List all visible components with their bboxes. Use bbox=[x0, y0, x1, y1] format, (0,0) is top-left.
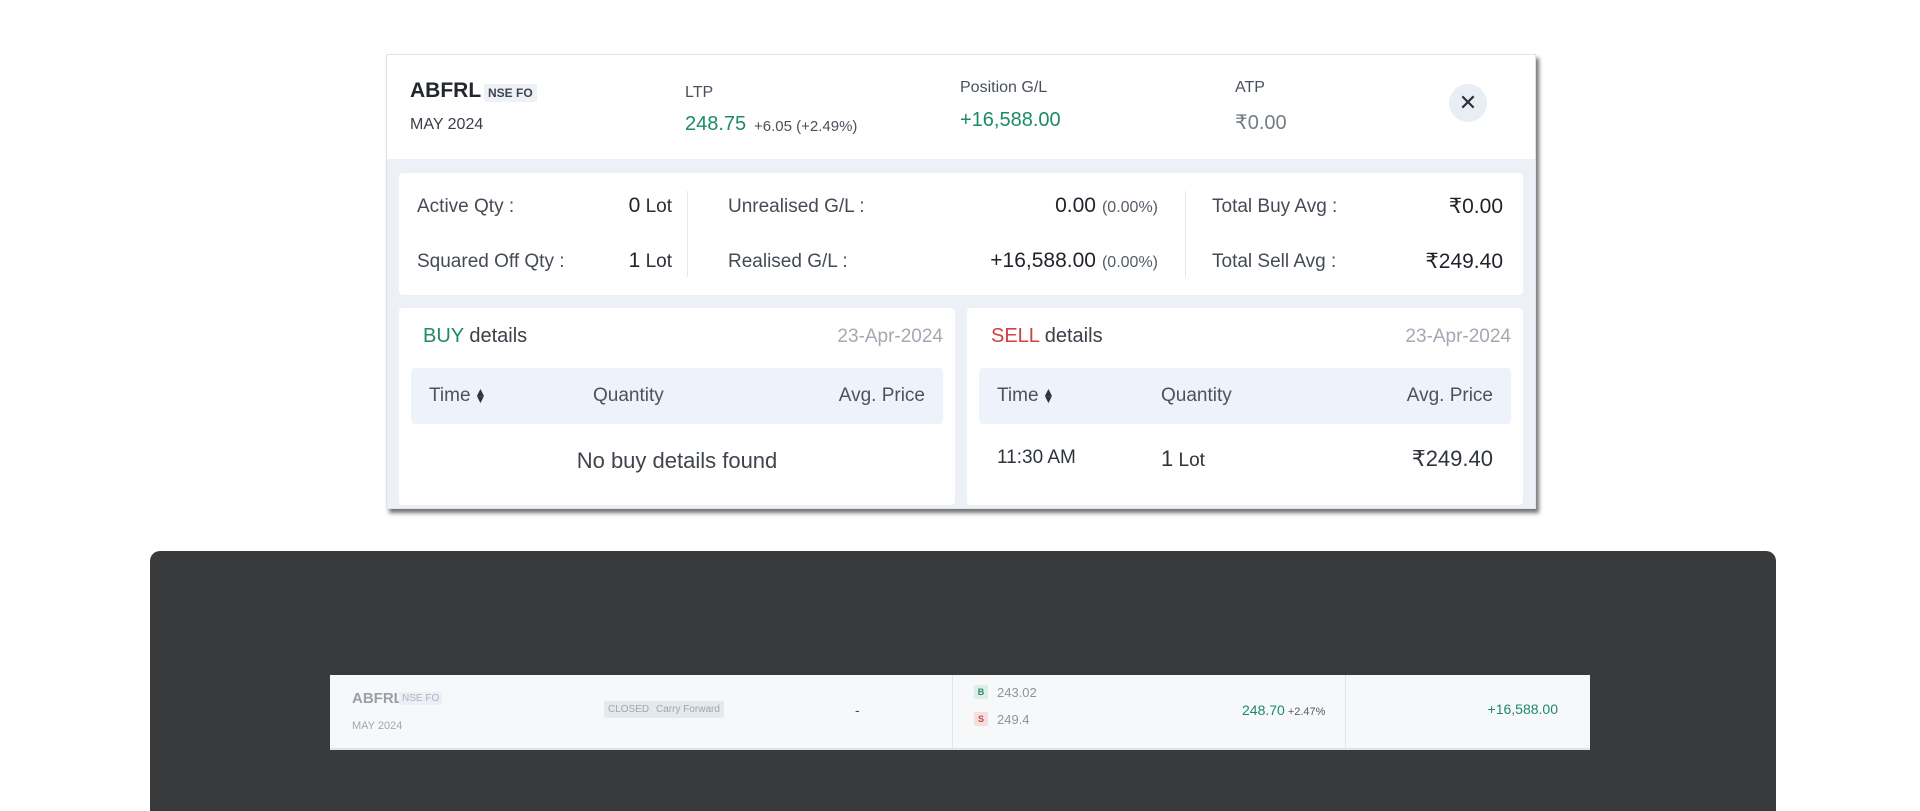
ltp-label: LTP bbox=[685, 84, 714, 101]
row-qty: - bbox=[855, 702, 860, 718]
sort-icon[interactable]: ▲ ▼ bbox=[475, 386, 487, 405]
total-buy-avg-value: ₹0.00 bbox=[1448, 195, 1503, 218]
column-time[interactable]: Time ▲ ▼ bbox=[429, 385, 486, 407]
position-summary: Active Qty : 0 Lot Squared Off Qty : 1 L… bbox=[399, 173, 1523, 295]
realised-gl-label: Realised G/L : bbox=[728, 251, 848, 272]
sell-details-panel: SELL details 23-Apr-2024 Time ▲ ▼ Quantity… bbox=[967, 308, 1523, 505]
summary-divider bbox=[1185, 191, 1186, 277]
total-sell-avg-value: ₹249.40 bbox=[1425, 250, 1503, 273]
squared-off-qty-label: Squared Off Qty : bbox=[417, 251, 565, 272]
column-time[interactable]: Time ▲ ▼ bbox=[997, 385, 1054, 407]
column-quantity: Quantity bbox=[1161, 385, 1232, 406]
buy-details-panel: BUY details 23-Apr-2024 Time ▲ ▼ Quantity … bbox=[399, 308, 955, 505]
row-expiry: MAY 2024 bbox=[352, 720, 403, 732]
row-symbol: ABFRL bbox=[352, 690, 403, 707]
unrealised-gl-label: Unrealised G/L : bbox=[728, 196, 865, 217]
column-avg-price: Avg. Price bbox=[838, 385, 925, 406]
buy-badge: B bbox=[974, 685, 988, 699]
buy-table-header: Time ▲ ▼ Quantity Avg. Price bbox=[411, 368, 943, 424]
sell-table-header: Time ▲ ▼ Quantity Avg. Price bbox=[979, 368, 1511, 424]
row-sell-avg: 249.4 bbox=[997, 712, 1030, 727]
sort-icon[interactable]: ▲ ▼ bbox=[1043, 386, 1055, 405]
squared-off-qty-value: 1 Lot bbox=[628, 249, 672, 272]
active-qty-value: 0 Lot bbox=[628, 194, 672, 217]
product-badge: Carry Forward bbox=[652, 701, 724, 718]
ltp-change: +6.05 (+2.49%) bbox=[754, 118, 858, 135]
row-quantity: 1 Lot bbox=[1161, 446, 1205, 471]
buy-empty-message: No buy details found bbox=[576, 448, 778, 473]
row-buy-avg: 243.02 bbox=[997, 685, 1037, 700]
sell-badge: S bbox=[974, 712, 988, 726]
position-detail-card: ABFRL NSE FO MAY 2024 LTP 248.75 +6.05 (… bbox=[386, 54, 1536, 509]
column-quantity: Quantity bbox=[593, 385, 664, 406]
summary-divider bbox=[687, 191, 688, 277]
total-sell-avg-label: Total Sell Avg : bbox=[1212, 251, 1337, 272]
realised-gl-value: +16,588.00 (0.00%) bbox=[990, 249, 1158, 272]
buy-details-date: 23-Apr-2024 bbox=[837, 326, 943, 347]
table-row[interactable]: ABFRL NSE FO MAY 2024 CLOSED Carry Forwa… bbox=[330, 675, 1590, 750]
sell-details-title: SELL details bbox=[991, 325, 1103, 347]
row-divider bbox=[1345, 675, 1346, 750]
expiry-date: MAY 2024 bbox=[410, 116, 484, 133]
row-avg-price: ₹249.40 bbox=[1411, 446, 1493, 471]
position-gl-label: Position G/L bbox=[960, 79, 1048, 96]
row-divider bbox=[952, 675, 953, 750]
sell-details-date: 23-Apr-2024 bbox=[1405, 326, 1511, 347]
position-gl-value: +16,588.00 bbox=[960, 109, 1061, 131]
atp-label: ATP bbox=[1235, 79, 1265, 96]
card-header: ABFRL NSE FO MAY 2024 LTP 248.75 +6.05 (… bbox=[387, 55, 1535, 159]
atp-value: ₹0.00 bbox=[1235, 112, 1287, 134]
total-buy-avg-label: Total Buy Avg : bbox=[1212, 196, 1338, 217]
exchange-badge: NSE FO bbox=[484, 84, 537, 102]
row-ltp: 248.70 +2.47% bbox=[1242, 702, 1326, 718]
status-badge: CLOSED bbox=[604, 701, 654, 718]
row-exchange-badge: NSE FO bbox=[399, 692, 443, 705]
close-icon: ✕ bbox=[1458, 90, 1478, 115]
ltp-value: 248.75 bbox=[685, 113, 747, 135]
row-pl: +16,588.00 bbox=[1487, 701, 1558, 717]
row-time: 11:30 AM bbox=[997, 447, 1076, 468]
symbol-name: ABFRL bbox=[410, 79, 482, 102]
column-avg-price: Avg. Price bbox=[1406, 385, 1493, 406]
active-qty-label: Active Qty : bbox=[417, 196, 515, 217]
close-button[interactable]: ✕ bbox=[1449, 84, 1487, 122]
unrealised-gl-value: 0.00 (0.00%) bbox=[1055, 194, 1158, 217]
buy-details-title: BUY details bbox=[423, 325, 528, 347]
